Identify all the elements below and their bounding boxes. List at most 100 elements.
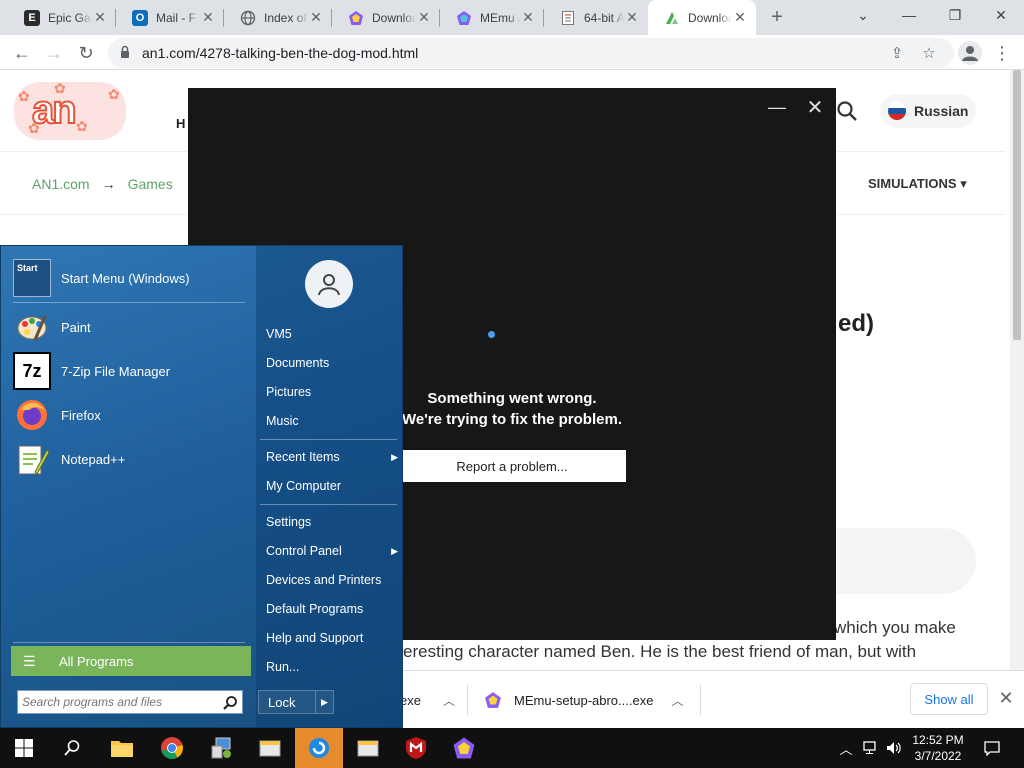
menu-item-pictures[interactable]: Pictures xyxy=(266,382,398,402)
program-start-menu[interactable]: Start Start Menu (Windows) xyxy=(13,258,190,298)
tab-download-an1[interactable]: Download ✕ xyxy=(648,0,756,35)
document-icon xyxy=(560,10,576,26)
all-programs-button[interactable]: ☰ All Programs xyxy=(11,646,251,676)
bookmark-star-icon[interactable]: ☆ xyxy=(918,43,940,63)
close-downloads-icon[interactable]: ✕ xyxy=(996,688,1016,708)
close-icon[interactable]: ✕ xyxy=(804,96,826,119)
program-paint[interactable]: Paint xyxy=(13,307,91,347)
an1-logo[interactable]: an ✿ ✿ ✿ ✿ ✿ xyxy=(14,80,126,140)
menu-item-control-panel[interactable]: Control Panel ▶ xyxy=(266,541,398,561)
program-7zip[interactable]: 7z 7-Zip File Manager xyxy=(13,351,170,391)
lock-icon xyxy=(121,45,129,58)
start-search-field[interactable] xyxy=(17,690,243,714)
divider xyxy=(260,439,397,440)
profile-avatar-icon[interactable] xyxy=(958,41,982,65)
menu-item-help-support[interactable]: Help and Support xyxy=(266,628,398,648)
address-bar[interactable]: an1.com/4278-talking-ben-the-dog-mod.htm… xyxy=(108,38,954,68)
menu-item-settings[interactable]: Settings xyxy=(266,512,398,532)
breadcrumb-home-link[interactable]: AN1.com xyxy=(32,176,90,192)
network-icon[interactable] xyxy=(860,728,882,768)
download-item[interactable]: MEmu-setup-abro....exe ︿ xyxy=(484,681,694,719)
system-clock[interactable]: 12:52 PM 3/7/2022 xyxy=(904,732,972,764)
explorer-window-icon[interactable] xyxy=(344,728,392,768)
share-icon[interactable]: ⇪ xyxy=(886,43,908,63)
tab-mail[interactable]: O Mail - F ✕ xyxy=(116,0,224,35)
start-button[interactable] xyxy=(0,728,48,768)
tab-title: Download xyxy=(688,10,732,25)
file-explorer-icon[interactable] xyxy=(98,728,146,768)
lock-options-arrow-icon[interactable]: ▶ xyxy=(315,691,333,713)
scrollbar-thumb[interactable] xyxy=(1013,70,1021,340)
download-filename: exe xyxy=(400,692,421,708)
tab-index-of[interactable]: Index of ✕ xyxy=(224,0,332,35)
program-notepadpp[interactable]: Notepad++ xyxy=(13,439,125,479)
chevron-up-icon[interactable]: ︿ xyxy=(443,692,455,709)
taskbar-search-icon[interactable] xyxy=(48,728,96,768)
volume-icon[interactable] xyxy=(884,728,904,768)
menu-item-vm5[interactable]: VM5 xyxy=(266,324,398,344)
menu-item-devices-printers[interactable]: Devices and Printers xyxy=(266,570,398,590)
search-icon[interactable] xyxy=(222,695,238,711)
memu-app-icon[interactable] xyxy=(295,728,343,768)
mcafee-icon[interactable] xyxy=(392,728,440,768)
menu-item-my-computer[interactable]: My Computer xyxy=(266,476,398,496)
language-selector[interactable]: Russian xyxy=(880,94,976,128)
memu-icon[interactable] xyxy=(440,728,488,768)
restore-icon[interactable]: ❐ xyxy=(932,0,978,30)
menu-item-default-programs[interactable]: Default Programs xyxy=(266,599,398,619)
close-tab-icon[interactable]: ✕ xyxy=(308,9,324,26)
download-item[interactable]: exe ︿ xyxy=(400,681,460,719)
menu-item-music[interactable]: Music xyxy=(266,411,398,431)
url-text: an1.com/4278-talking-ben-the-dog-mod.htm… xyxy=(142,45,419,61)
show-hidden-icons-chevron-icon[interactable]: ︿ xyxy=(836,728,856,768)
menu-item-documents[interactable]: Documents xyxy=(266,353,398,373)
loading-indicator xyxy=(488,331,495,338)
close-tab-icon[interactable]: ✕ xyxy=(200,9,216,26)
close-tab-icon[interactable]: ✕ xyxy=(732,9,748,26)
divider xyxy=(13,302,245,303)
show-all-button[interactable]: Show all xyxy=(910,683,988,715)
new-tab-button[interactable]: + xyxy=(766,6,788,28)
chevron-up-icon[interactable]: ︿ xyxy=(671,692,683,709)
start-search-input[interactable] xyxy=(22,694,218,710)
back-arrow-icon[interactable]: ← xyxy=(8,39,36,67)
minimize-icon[interactable]: — xyxy=(766,96,788,118)
start-menu-app-icon: Start xyxy=(13,259,51,297)
minimize-icon[interactable]: — xyxy=(886,0,932,30)
chrome-icon[interactable] xyxy=(148,728,196,768)
breadcrumb-games-link[interactable]: Games xyxy=(128,176,173,192)
control-panel-icon[interactable] xyxy=(198,728,246,768)
notifications-icon[interactable] xyxy=(978,728,1006,768)
tab-memu[interactable]: MEmu A ✕ xyxy=(440,0,544,35)
tab-search-icon[interactable]: ⌄ xyxy=(840,0,886,30)
windows-logo-icon xyxy=(15,739,33,757)
user-avatar-icon[interactable] xyxy=(305,260,353,308)
flower-decoration-icon: ✿ xyxy=(76,118,88,134)
tab-strip: E Epic Games ✕ O Mail - F ✕ Index of ✕ D… xyxy=(0,0,1024,35)
search-icon[interactable] xyxy=(836,100,858,122)
forward-arrow-icon[interactable]: → xyxy=(40,39,68,67)
page-scrollbar[interactable] xyxy=(1010,70,1024,670)
description-text: eresting character named Ben. He is the … xyxy=(403,642,917,661)
category-dropdown[interactable]: SIMULATIONS ▾ xyxy=(868,176,967,192)
tab-64-bit[interactable]: 64-bit A ✕ xyxy=(544,0,648,35)
close-window-icon[interactable]: ✕ xyxy=(978,0,1024,30)
tab-download-memu[interactable]: Download ✕ xyxy=(332,0,440,35)
close-tab-icon[interactable]: ✕ xyxy=(92,9,108,26)
close-tab-icon[interactable]: ✕ xyxy=(520,9,536,26)
menu-item-recent-items[interactable]: Recent Items ▶ xyxy=(266,447,398,467)
nav-fragment[interactable]: H xyxy=(176,116,185,131)
close-tab-icon[interactable]: ✕ xyxy=(624,9,640,26)
menu-item-label: Control Panel xyxy=(266,544,342,558)
tab-epic-games[interactable]: E Epic Games ✕ xyxy=(8,0,116,35)
tab-title: 64-bit A xyxy=(584,10,624,25)
close-tab-icon[interactable]: ✕ xyxy=(416,9,432,26)
program-firefox[interactable]: Firefox xyxy=(13,395,101,435)
tab-title: MEmu A xyxy=(480,10,520,25)
report-problem-button[interactable]: Report a problem... xyxy=(398,450,626,482)
explorer-window-icon[interactable] xyxy=(246,728,294,768)
lock-button[interactable]: Lock ▶ xyxy=(258,690,334,714)
menu-item-run[interactable]: Run... xyxy=(266,657,398,677)
chrome-menu-icon[interactable]: ⋮ xyxy=(993,41,1011,65)
reload-icon[interactable]: ↻ xyxy=(72,39,100,67)
